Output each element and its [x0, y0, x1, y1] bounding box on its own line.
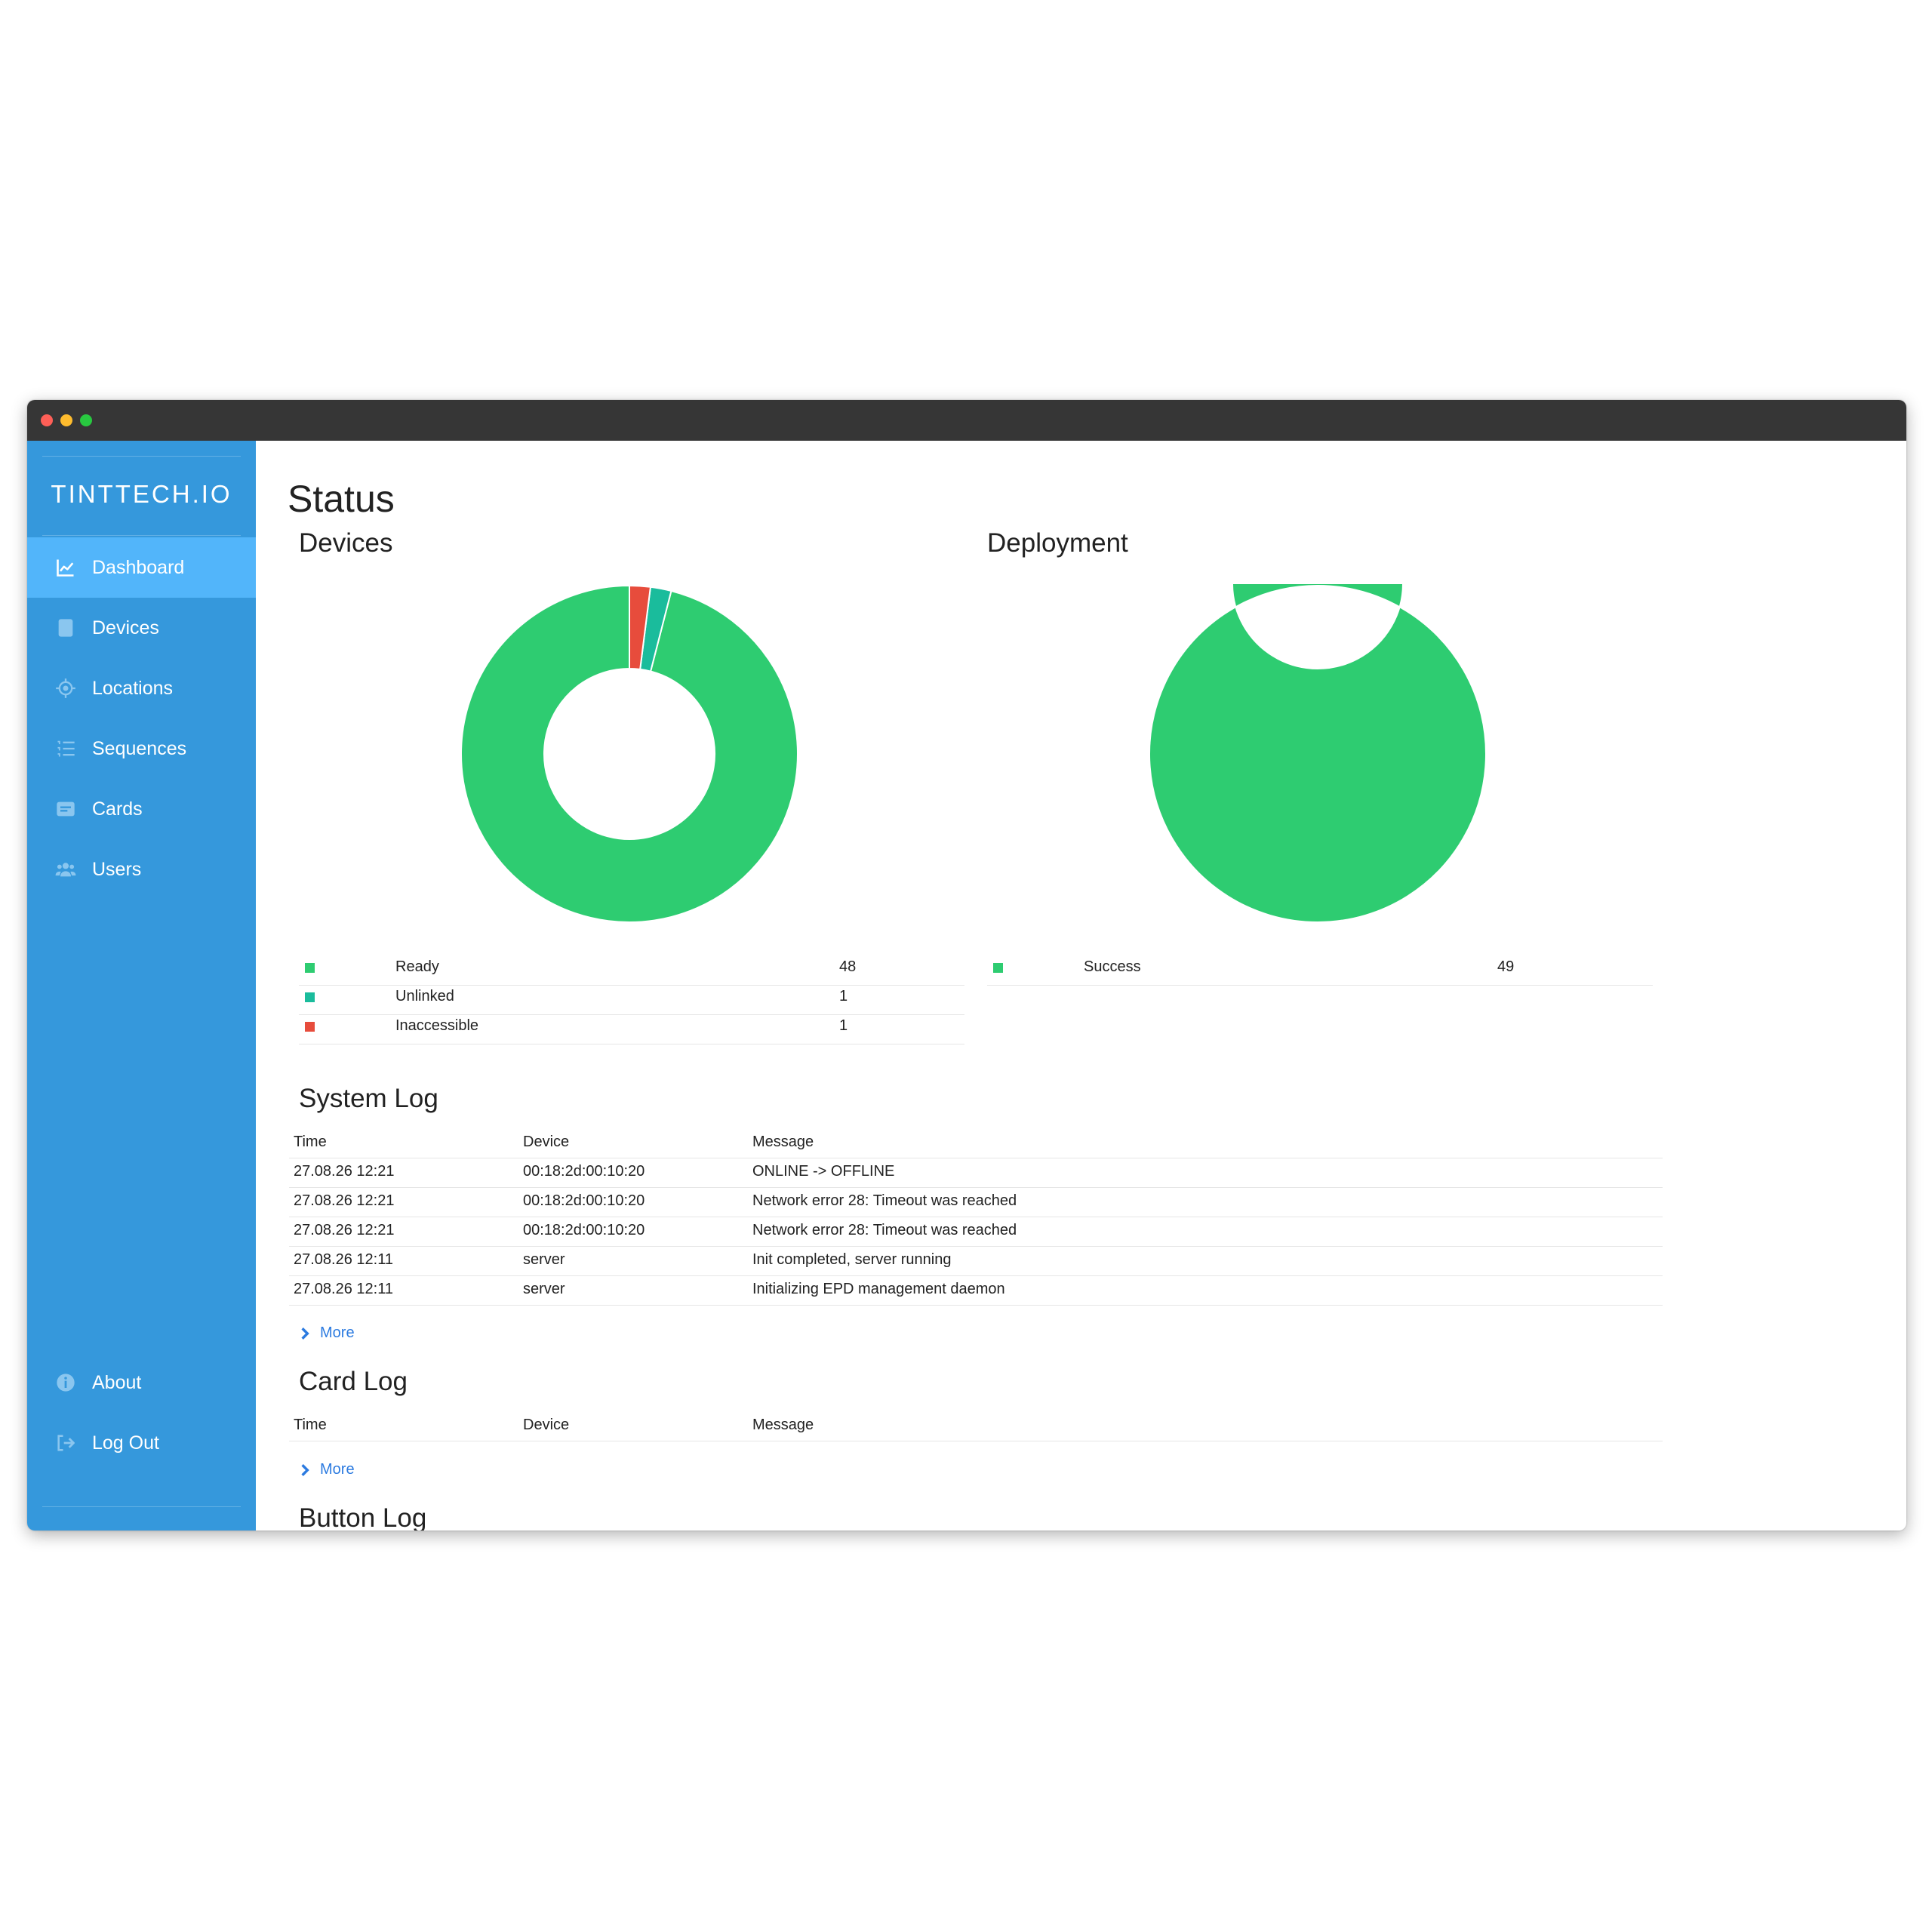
sidebar-item-label: Locations — [92, 677, 174, 699]
cell-device: server — [523, 1251, 565, 1268]
close-window-button[interactable] — [41, 414, 53, 426]
window-titlebar — [27, 400, 1906, 441]
tablet-icon — [54, 617, 77, 639]
sidebar-item-label: Users — [92, 858, 142, 880]
cell-message: Init completed, server running — [752, 1251, 952, 1268]
column-header-device: Device — [523, 1417, 570, 1433]
cell-time: 27.08.26 12:21 — [294, 1222, 395, 1238]
brand-logo[interactable]: TINTTECH.IO — [27, 480, 256, 509]
legend-label: Ready — [395, 958, 439, 975]
sidebar-item-devices[interactable]: Devices — [27, 598, 256, 658]
sidebar-item-logout[interactable]: Log Out — [27, 1413, 256, 1473]
table-row: 27.08.26 12:21 00:18:2d:00:10:20 Network… — [289, 1188, 1663, 1217]
devices-chart-title: Devices — [299, 528, 393, 558]
cell-time: 27.08.26 12:11 — [294, 1281, 393, 1297]
column-header-device: Device — [523, 1134, 570, 1150]
cell-time: 27.08.26 12:11 — [294, 1251, 393, 1268]
column-header-message: Message — [752, 1417, 814, 1433]
table-row: 27.08.26 12:11 server Initializing EPD m… — [289, 1276, 1663, 1306]
browser-window: TINTTECH.IO Dashboard Devices Locations … — [27, 400, 1906, 1531]
column-header-time: Time — [294, 1134, 327, 1150]
maximize-window-button[interactable] — [80, 414, 92, 426]
sidebar-item-sequences[interactable]: Sequences — [27, 718, 256, 779]
cell-device: 00:18:2d:00:10:20 — [523, 1163, 645, 1180]
cell-time: 27.08.26 12:21 — [294, 1192, 395, 1209]
legend-row-ready: Ready 48 — [299, 956, 964, 986]
cell-time: 27.08.26 12:21 — [294, 1163, 395, 1180]
column-header-message: Message — [752, 1134, 814, 1150]
brand-divider-top — [42, 456, 241, 457]
cell-message: Network error 28: Timeout was reached — [752, 1222, 1017, 1238]
legend-row-unlinked: Unlinked 1 — [299, 986, 964, 1015]
chart-line-icon — [54, 556, 77, 579]
sidebar-item-label: About — [92, 1371, 142, 1393]
sidebar: TINTTECH.IO Dashboard Devices Locations … — [27, 441, 256, 1531]
logout-icon — [54, 1432, 77, 1454]
users-icon — [54, 858, 77, 881]
cell-device: 00:18:2d:00:10:20 — [523, 1222, 645, 1238]
minimize-window-button[interactable] — [60, 414, 72, 426]
table-header-row: Time Device Message — [289, 1129, 1663, 1158]
legend-label: Inaccessible — [395, 1017, 479, 1034]
sidebar-item-label: Dashboard — [92, 556, 185, 578]
legend-count: 49 — [1497, 958, 1515, 975]
main-content: Status Devices Ready 48 Unlinked 1 Inacc… — [256, 441, 1906, 1531]
deployment-chart-title: Deployment — [987, 528, 1128, 558]
sidebar-item-label: Sequences — [92, 737, 187, 759]
legend-label: Unlinked — [395, 988, 454, 1004]
legend-count: 1 — [839, 988, 848, 1004]
cell-device: 00:18:2d:00:10:20 — [523, 1192, 645, 1209]
devices-donut-chart — [460, 584, 798, 923]
cell-device: server — [523, 1281, 565, 1297]
cell-message: ONLINE -> OFFLINE — [752, 1163, 895, 1180]
sidebar-item-locations[interactable]: Locations — [27, 658, 256, 718]
more-label: More — [320, 1324, 355, 1341]
page-title: Status — [288, 478, 395, 520]
table-row: 27.08.26 12:21 00:18:2d:00:10:20 ONLINE … — [289, 1158, 1663, 1188]
card-log-more-link[interactable]: More — [299, 1461, 355, 1478]
sidebar-item-users[interactable]: Users — [27, 839, 256, 900]
crosshair-icon — [54, 677, 77, 700]
chevron-right-icon — [301, 1327, 309, 1340]
cell-message: Initializing EPD management daemon — [752, 1281, 1005, 1297]
sidebar-item-label: Devices — [92, 617, 159, 638]
ordered-list-icon — [54, 737, 77, 760]
sidebar-item-label: Log Out — [92, 1432, 159, 1454]
legend-row-success: Success 49 — [987, 956, 1653, 986]
table-row: 27.08.26 12:11 server Init completed, se… — [289, 1247, 1663, 1276]
button-log-title: Button Log — [299, 1503, 427, 1531]
legend-swatch — [305, 963, 315, 973]
system-log-more-link[interactable]: More — [299, 1324, 355, 1342]
legend-swatch — [305, 992, 315, 1002]
deployment-donut-chart — [1149, 584, 1487, 923]
sidebar-item-cards[interactable]: Cards — [27, 779, 256, 839]
card-icon — [54, 798, 77, 820]
card-log-table: Time Device Message — [289, 1412, 1663, 1441]
legend-swatch — [993, 963, 1003, 973]
sidebar-footer-divider — [42, 1506, 241, 1507]
sidebar-item-label: Cards — [92, 798, 143, 820]
table-header-row: Time Device Message — [289, 1412, 1663, 1441]
brand-divider-bottom — [42, 535, 241, 536]
legend-label: Success — [1084, 958, 1141, 975]
legend-count: 1 — [839, 1017, 848, 1034]
more-label: More — [320, 1461, 355, 1478]
table-row: 27.08.26 12:21 00:18:2d:00:10:20 Network… — [289, 1217, 1663, 1247]
legend-row-inaccessible: Inaccessible 1 — [299, 1015, 964, 1044]
sidebar-item-about[interactable]: About — [27, 1352, 256, 1413]
cell-message: Network error 28: Timeout was reached — [752, 1192, 1017, 1209]
legend-count: 48 — [839, 958, 857, 975]
system-log-table: Time Device Message 27.08.26 12:21 00:18… — [289, 1129, 1663, 1306]
column-header-time: Time — [294, 1417, 327, 1433]
chevron-right-icon — [301, 1463, 309, 1476]
info-circle-icon — [54, 1371, 77, 1394]
system-log-title: System Log — [299, 1084, 438, 1113]
donut-slice-success[interactable] — [1149, 584, 1487, 923]
legend-swatch — [305, 1022, 315, 1032]
sidebar-item-dashboard[interactable]: Dashboard — [27, 537, 256, 598]
card-log-title: Card Log — [299, 1367, 408, 1396]
